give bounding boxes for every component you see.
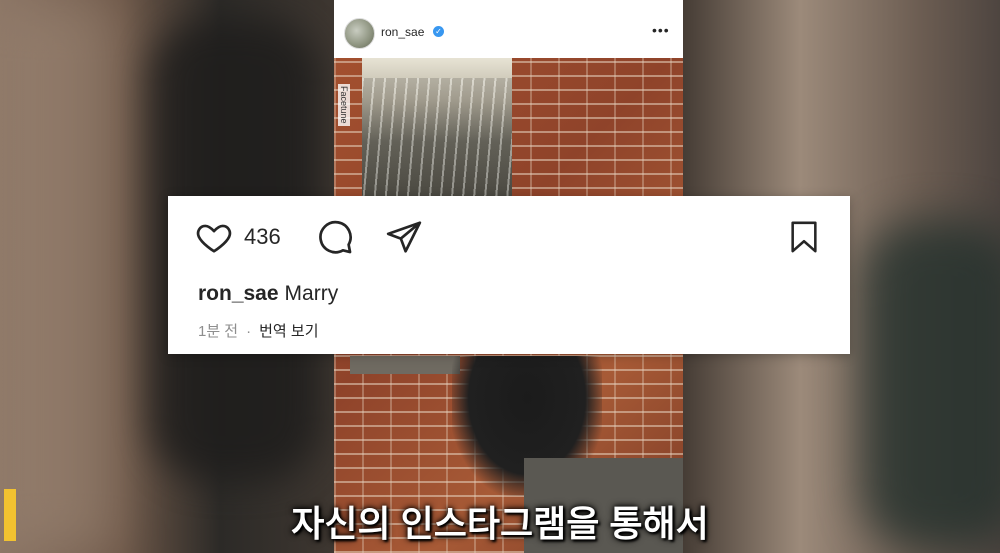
heart-icon[interactable] — [194, 218, 234, 256]
background-blur-left — [0, 0, 120, 553]
meta-separator: · — [246, 323, 252, 340]
time-ago: 1분 전 — [198, 323, 239, 340]
facetune-watermark: Facetune — [338, 84, 350, 126]
window-trees — [362, 78, 512, 198]
caption-text: Marry — [284, 282, 339, 305]
post-meta: 1분 전 · 번역 보기 — [198, 320, 319, 341]
bookmark-icon[interactable] — [787, 218, 821, 256]
comment-icon[interactable] — [316, 218, 354, 256]
more-icon[interactable]: ••• — [652, 22, 670, 38]
share-icon[interactable] — [385, 218, 423, 256]
caption-username[interactable]: ron_sae — [198, 282, 279, 305]
video-subtitle: 자신의 인스타그램을 통해서 — [291, 503, 709, 544]
verified-icon: ✓ — [433, 26, 444, 37]
see-translation-link[interactable]: 번역 보기 — [259, 323, 318, 340]
post-username[interactable]: ron_sae — [381, 25, 424, 39]
stone-ledge — [350, 356, 460, 374]
post-actions-card: 436 ron_sae Marry 1분 전 · 번역 보기 — [168, 196, 850, 354]
caption: ron_sae Marry — [198, 282, 338, 306]
post-header: ron_sae ✓ ••• — [334, 0, 683, 58]
brick-column — [334, 58, 362, 198]
like-count[interactable]: 436 — [244, 224, 281, 250]
avatar[interactable] — [344, 18, 375, 49]
